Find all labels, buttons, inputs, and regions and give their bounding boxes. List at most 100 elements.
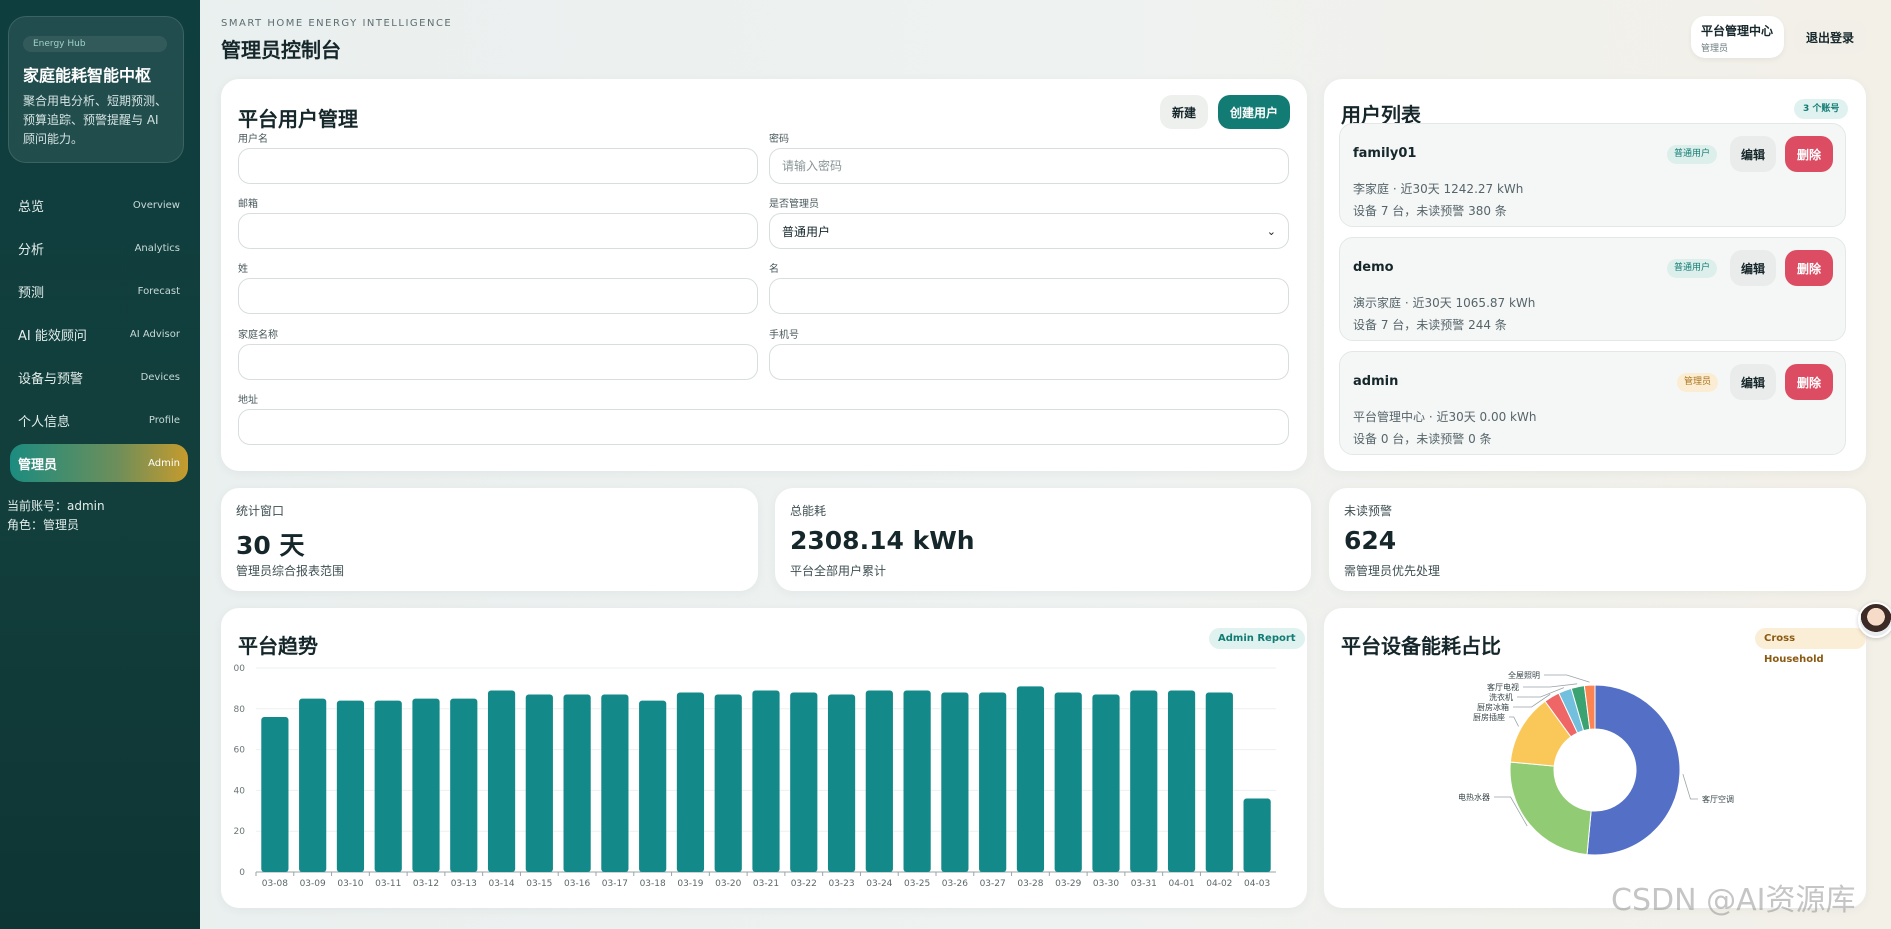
x-tick-label: 03-28: [1017, 879, 1043, 889]
logout-button[interactable]: 退出登录: [1794, 20, 1866, 54]
user-devices: 设备 7 台，未读预警 380 条: [1353, 204, 1507, 218]
is-admin-select[interactable]: 普通用户 ⌄: [769, 213, 1289, 249]
x-tick-label: 03-17: [602, 879, 628, 889]
bar: [790, 692, 818, 872]
bar: [563, 694, 591, 872]
stat-note: 需管理员优先处理: [1344, 564, 1441, 578]
bar: [865, 690, 893, 872]
user-name: family01: [1353, 146, 1417, 161]
family-input[interactable]: [238, 344, 758, 380]
y-tick-label: 20: [234, 827, 246, 837]
stat-label: 未读预警: [1344, 504, 1393, 518]
sidebar-item-label: 管理员: [18, 457, 58, 473]
sidebar-item-en: Forecast: [137, 285, 180, 297]
sidebar-item-devices[interactable]: 设备与预警 Devices: [10, 358, 188, 396]
sidebar-item-en: Overview: [132, 199, 180, 211]
new-button[interactable]: 新建: [1160, 95, 1208, 129]
edit-button[interactable]: 编辑: [1730, 364, 1776, 400]
pie-label: 厨房插座: [1473, 712, 1505, 722]
first-name-label: 名: [769, 264, 779, 275]
delete-button[interactable]: 删除: [1785, 364, 1833, 400]
role-line: 角色：管理员: [7, 518, 80, 532]
last-name-input[interactable]: [238, 278, 758, 314]
bar: [525, 694, 553, 872]
brand-title: 家庭能耗智能中枢: [23, 66, 152, 85]
brand-card: Energy Hub 家庭能耗智能中枢 聚合用电分析、短期预测、预算追踪、预警提…: [8, 16, 184, 163]
x-tick-label: 03-12: [413, 879, 439, 889]
stat-card-window: 统计窗口 30 天 管理员综合报表范围: [221, 488, 758, 591]
pie-label-line: [1523, 683, 1578, 688]
sidebar-item-ai-advisor[interactable]: AI 能效顾问 AI Advisor: [10, 315, 188, 353]
y-tick-label: 80: [234, 705, 246, 715]
bar: [752, 690, 780, 872]
stat-value: 2308.14 kWh: [790, 526, 975, 555]
x-tick-label: 03-18: [640, 879, 666, 889]
username-input[interactable]: [238, 148, 758, 184]
brand-description: 聚合用电分析、短期预测、预算追踪、预警提醒与 AI 顾问能力。: [23, 94, 168, 146]
first-name-input[interactable]: [769, 278, 1289, 314]
x-tick-label: 03-11: [375, 879, 401, 889]
x-tick-label: 03-16: [564, 879, 590, 889]
sidebar-item-profile[interactable]: 个人信息 Profile: [10, 401, 188, 439]
user-summary: 平台管理中心 · 近30天 0.00 kWh: [1353, 410, 1537, 424]
bar: [601, 694, 629, 872]
x-tick-label: 04-01: [1168, 879, 1194, 889]
user-devices: 设备 7 台，未读预警 244 条: [1353, 318, 1507, 332]
x-tick-label: 03-13: [451, 879, 477, 889]
is-admin-label: 是否管理员: [769, 199, 819, 210]
family-label: 家庭名称: [238, 330, 278, 341]
bar: [714, 694, 742, 872]
edit-button[interactable]: 编辑: [1730, 136, 1776, 172]
delete-button[interactable]: 删除: [1785, 136, 1833, 172]
edit-button[interactable]: 编辑: [1730, 250, 1776, 286]
pie-label: 厨房冰箱: [1477, 702, 1509, 712]
platform-center-chip: 平台管理中心 管理员: [1691, 16, 1784, 58]
username-label: 用户名: [238, 134, 268, 145]
y-tick-label: 40: [234, 786, 246, 796]
bar: [412, 698, 440, 872]
sidebar-item-overview[interactable]: 总览 Overview: [10, 186, 188, 224]
email-input[interactable]: [238, 213, 758, 249]
phone-input[interactable]: [769, 344, 1289, 380]
address-input[interactable]: [238, 409, 1289, 445]
account-line: 当前账号：admin: [7, 499, 105, 513]
x-tick-label: 03-29: [1055, 879, 1081, 889]
x-tick-label: 03-21: [753, 879, 779, 889]
watermark: CSDN @AI资源库: [1611, 883, 1856, 918]
sidebar-item-forecast[interactable]: 预测 Forecast: [10, 272, 188, 310]
x-tick-label: 03-22: [791, 879, 817, 889]
x-tick-label: 03-30: [1093, 879, 1119, 889]
platform-center-title: 平台管理中心: [1701, 24, 1774, 38]
x-tick-label: 04-02: [1206, 879, 1232, 889]
user-summary: 演示家庭 · 近30天 1065.87 kWh: [1353, 296, 1536, 310]
sidebar-item-analytics[interactable]: 分析 Analytics: [10, 229, 188, 267]
x-tick-label: 03-27: [980, 879, 1006, 889]
sidebar-item-label: 总览: [18, 199, 45, 215]
bar: [1054, 692, 1082, 872]
create-user-button[interactable]: 创建用户: [1218, 95, 1290, 129]
header-eyebrow: SMART HOME ENERGY INTELLIGENCE: [221, 18, 453, 29]
sidebar-item-en: Admin: [148, 457, 180, 469]
stat-label: 统计窗口: [236, 504, 285, 518]
user-summary: 李家庭 · 近30天 1242.27 kWh: [1353, 182, 1524, 196]
stat-note: 平台全部用户累计: [790, 564, 887, 578]
sidebar-item-label: 分析: [18, 242, 45, 258]
x-tick-label: 03-19: [677, 879, 703, 889]
sidebar-item-en: Devices: [140, 371, 180, 383]
x-tick-label: 03-24: [866, 879, 892, 889]
sidebar-nav: 总览 Overview 分析 Analytics 预测 Forecast AI …: [0, 186, 200, 487]
password-input[interactable]: [769, 148, 1289, 184]
is-admin-value: 普通用户: [782, 224, 831, 239]
bar: [374, 700, 402, 872]
device-share-donut-chart: 客厅空调 电热水器 厨房插座厨房冰箱洗衣机客厅电视 全屋照明: [1458, 670, 1734, 856]
stat-label: 总能耗: [790, 504, 827, 518]
assistant-avatar[interactable]: [1858, 602, 1891, 638]
x-tick-label: 03-14: [488, 879, 514, 889]
stat-card-total-energy: 总能耗 2308.14 kWh 平台全部用户累计: [775, 488, 1311, 591]
x-tick-label: 03-08: [262, 879, 288, 889]
x-tick-label: 03-25: [904, 879, 930, 889]
role-badge: 普通用户: [1667, 145, 1718, 164]
sidebar-item-admin[interactable]: 管理员 Admin: [10, 444, 188, 482]
delete-button[interactable]: 删除: [1785, 250, 1833, 286]
password-label: 密码: [769, 134, 789, 145]
